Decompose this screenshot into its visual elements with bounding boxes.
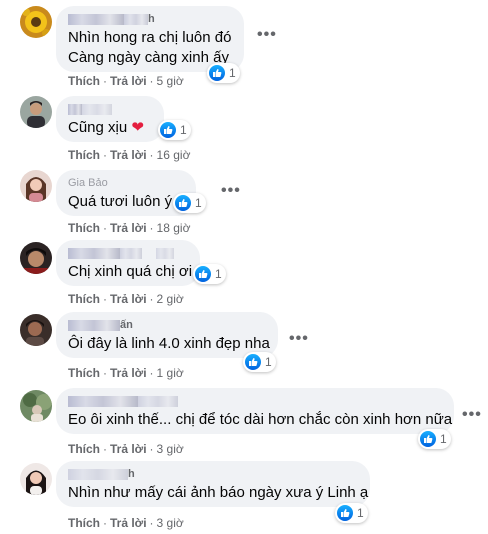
comment-text: Ôi đây là linh 4.0 xinh đẹp nha <box>68 335 270 352</box>
night-avatar[interactable] <box>20 314 52 346</box>
girl-avatar[interactable] <box>20 170 52 202</box>
reply-button[interactable]: Trả lời <box>110 221 147 235</box>
reaction-count[interactable]: 1 <box>207 63 240 83</box>
comment-bubble: Cũng xịu ❤ <box>56 96 164 142</box>
reaction-number: 1 <box>215 267 222 281</box>
author-name[interactable] <box>68 247 188 260</box>
like-icon <box>420 431 436 447</box>
like-button[interactable]: Thích <box>68 366 100 380</box>
like-icon <box>195 266 211 282</box>
reaction-number: 1 <box>357 506 364 520</box>
author-name[interactable]: h <box>68 13 232 26</box>
comment-text: Nhìn hong ra chị luôn đó <box>68 29 232 46</box>
comment-actions: Thích · Trả lời · 3 giờ <box>68 516 184 530</box>
comment-bubble: h Nhìn như mấy cái ảnh báo ngày xưa ý Li… <box>56 461 370 507</box>
timestamp[interactable]: 3 giờ <box>157 442 184 456</box>
heart-emoji: ❤ <box>131 119 144 136</box>
comment-text: Càng ngày càng xinh ấy <box>68 49 229 66</box>
reply-button[interactable]: Trả lời <box>110 292 147 306</box>
comment-actions: Thích · Trả lời · 3 giờ <box>68 442 184 456</box>
like-button[interactable]: Thích <box>68 292 100 306</box>
reaction-count[interactable]: 1 <box>418 429 451 449</box>
timestamp[interactable]: 5 giờ <box>157 74 184 88</box>
timestamp[interactable]: 3 giờ <box>157 516 184 530</box>
like-button[interactable]: Thích <box>68 74 100 88</box>
comment-text: Quá tươi luôn ý <box>68 193 173 210</box>
author-name[interactable]: h <box>68 468 358 481</box>
comment-bubble: ấn Ôi đây là linh 4.0 xinh đẹp nha <box>56 312 278 358</box>
more-options-icon[interactable]: ••• <box>257 26 277 44</box>
reaction-number: 1 <box>195 196 202 210</box>
reaction-number: 1 <box>265 355 272 369</box>
reaction-count[interactable]: 1 <box>158 120 191 140</box>
timestamp[interactable]: 18 giờ <box>157 221 191 235</box>
comment-bubble: Chị xinh quá chị ơi <box>56 240 200 286</box>
more-options-icon[interactable]: ••• <box>221 182 241 200</box>
author-name[interactable] <box>68 395 442 408</box>
reaction-number: 1 <box>180 123 187 137</box>
reaction-count[interactable]: 1 <box>173 193 206 213</box>
like-icon <box>337 505 353 521</box>
reaction-count[interactable]: 1 <box>193 264 226 284</box>
dark-avatar[interactable] <box>20 242 52 274</box>
reaction-count[interactable]: 1 <box>243 352 276 372</box>
reaction-count[interactable]: 1 <box>335 503 368 523</box>
comment-actions: Thích · Trả lời · 5 giờ <box>68 74 184 88</box>
reply-button[interactable]: Trả lời <box>110 442 147 456</box>
comment-actions: Thích · Trả lời · 2 giờ <box>68 292 184 306</box>
sunflower-avatar[interactable] <box>20 6 52 38</box>
like-icon <box>209 65 225 81</box>
reply-button[interactable]: Trả lời <box>110 148 147 162</box>
timestamp[interactable]: 1 giờ <box>157 366 184 380</box>
man-avatar[interactable] <box>20 96 52 128</box>
reaction-number: 1 <box>229 66 236 80</box>
reaction-number: 1 <box>440 432 447 446</box>
outdoor-avatar[interactable] <box>20 390 52 422</box>
more-options-icon[interactable]: ••• <box>289 330 309 348</box>
timestamp[interactable]: 16 giờ <box>157 148 191 162</box>
comment-text: Nhìn như mấy cái ảnh báo ngày xưa ý Linh… <box>68 484 369 501</box>
like-button[interactable]: Thích <box>68 221 100 235</box>
comment-bubble: Eo ôi xinh thế... chị để tóc dài hơn chắ… <box>56 388 454 434</box>
comment-actions: Thích · Trả lời · 18 giờ <box>68 221 191 235</box>
author-name[interactable]: Gia Bảo <box>68 177 184 190</box>
like-icon <box>160 122 176 138</box>
woman-avatar[interactable] <box>20 463 52 495</box>
reply-button[interactable]: Trả lời <box>110 74 147 88</box>
more-options-icon[interactable]: ••• <box>462 406 482 424</box>
like-button[interactable]: Thích <box>68 516 100 530</box>
like-icon <box>175 195 191 211</box>
comment-text: Eo ôi xinh thế... chị để tóc dài hơn chắ… <box>68 411 453 428</box>
author-name[interactable] <box>68 103 152 116</box>
like-button[interactable]: Thích <box>68 148 100 162</box>
timestamp[interactable]: 2 giờ <box>157 292 184 306</box>
reply-button[interactable]: Trả lời <box>110 366 147 380</box>
comment-actions: Thích · Trả lời · 1 giờ <box>68 366 184 380</box>
comment-text: Cũng xịu ❤ <box>68 119 144 136</box>
comment-actions: Thích · Trả lời · 16 giờ <box>68 148 191 162</box>
like-button[interactable]: Thích <box>68 442 100 456</box>
author-name[interactable]: ấn <box>68 319 266 332</box>
like-icon <box>245 354 261 370</box>
reply-button[interactable]: Trả lời <box>110 516 147 530</box>
comment-text: Chị xinh quá chị ơi <box>68 263 193 280</box>
